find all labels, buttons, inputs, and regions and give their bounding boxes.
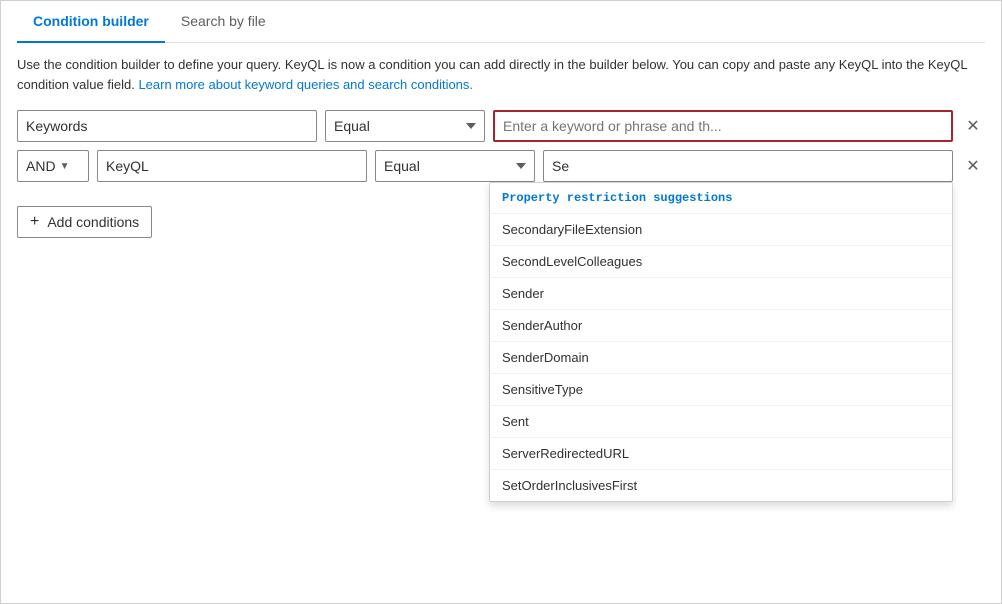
connector-dropdown[interactable]: AND ▼ (17, 150, 89, 182)
suggestion-item[interactable]: ServerRedirectedURL (490, 437, 952, 469)
suggestion-item[interactable]: Sender (490, 277, 952, 309)
field-input-1[interactable] (17, 110, 317, 142)
suggestion-item[interactable]: SenderDomain (490, 341, 952, 373)
tab-condition-builder[interactable]: Condition builder (17, 1, 165, 43)
suggestion-item[interactable]: SenderAuthor (490, 309, 952, 341)
suggestion-item[interactable]: SensitiveType (490, 373, 952, 405)
learn-more-link[interactable]: Learn more about keyword queries and sea… (138, 77, 473, 92)
remove-row-1-button[interactable]: ✕ (961, 114, 985, 138)
field-input-2[interactable] (97, 150, 367, 182)
remove-row-2-button[interactable]: ✕ (961, 154, 985, 178)
condition-row-1: Equal Not equal Contains ✕ (17, 110, 985, 142)
tab-bar: Condition builder Search by file (17, 1, 985, 43)
value-input-2[interactable] (543, 150, 953, 182)
suggestion-item[interactable]: SecondaryFileExtension (490, 213, 952, 245)
suggestion-item[interactable]: Sent (490, 405, 952, 437)
suggestion-item[interactable]: SetOrderInclusivesFirst (490, 469, 952, 501)
suggestion-header: Property restriction suggestions (490, 183, 952, 213)
tab-search-by-file[interactable]: Search by file (165, 1, 282, 43)
operator-select-2[interactable]: Equal Not equal Contains (375, 150, 535, 182)
condition-row-2: AND ▼ Equal Not equal Contains ✕ Propert… (17, 150, 985, 182)
operator-select-1[interactable]: Equal Not equal Contains (325, 110, 485, 142)
suggestion-dropdown: Property restriction suggestions Seconda… (489, 182, 953, 502)
add-conditions-button[interactable]: + Add conditions (17, 206, 152, 238)
chevron-down-icon: ▼ (60, 161, 70, 172)
plus-icon: + (30, 213, 39, 231)
value-input-1[interactable] (493, 110, 953, 142)
description-text: Use the condition builder to define your… (17, 55, 985, 94)
suggestion-item[interactable]: SecondLevelColleagues (490, 245, 952, 277)
